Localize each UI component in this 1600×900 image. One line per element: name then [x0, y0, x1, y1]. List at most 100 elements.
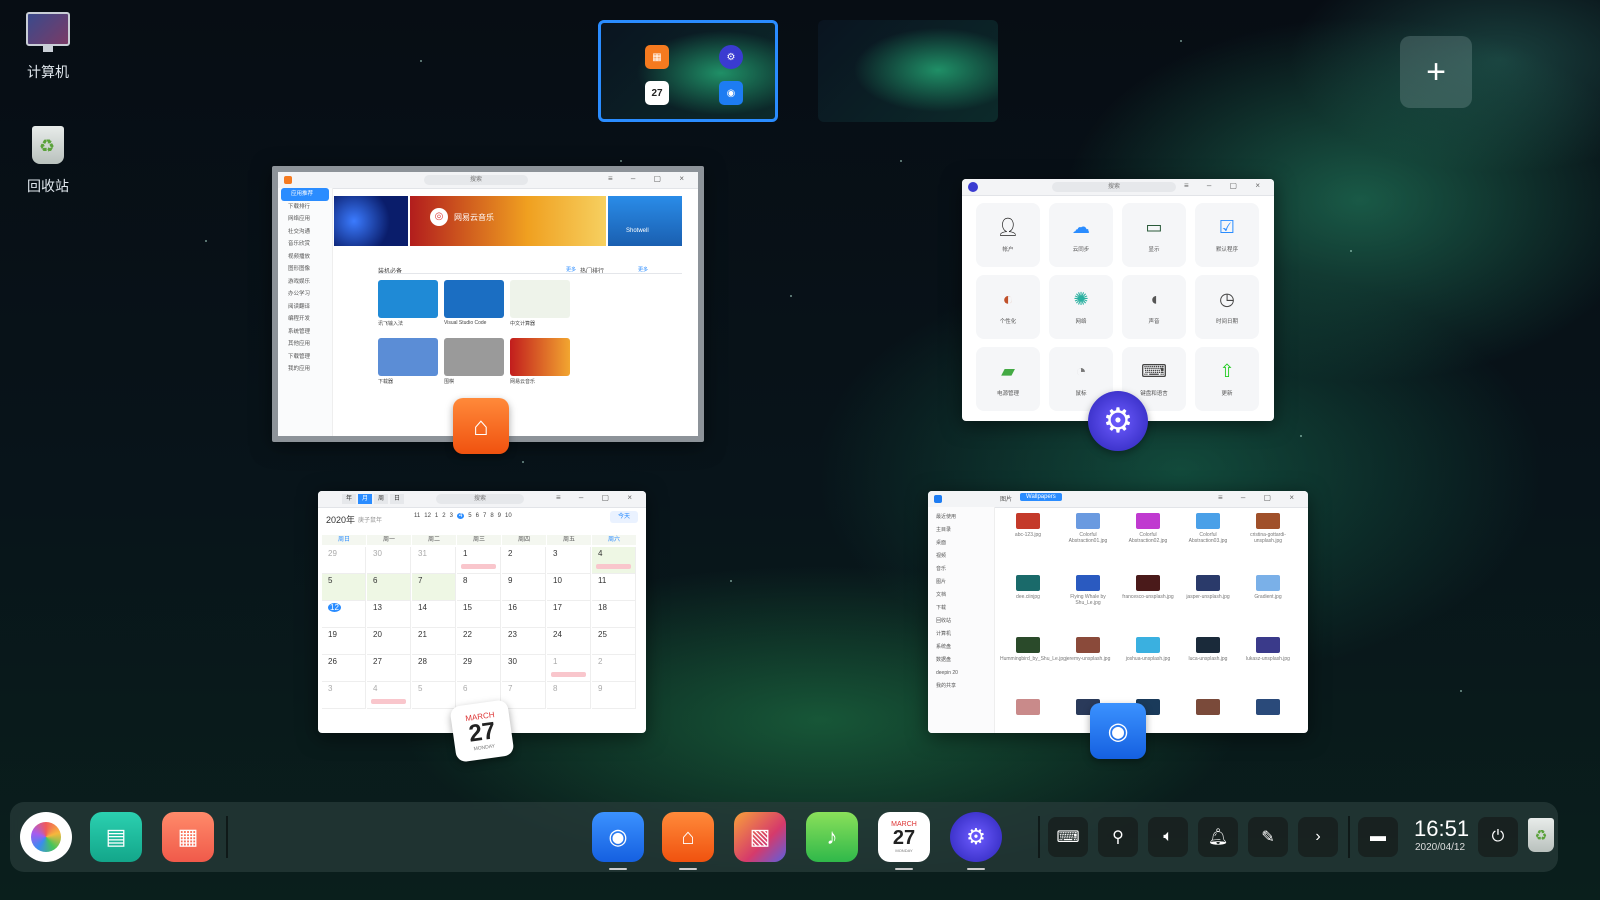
calendar-day-cell[interactable]: 2 [592, 655, 636, 682]
sidebar-item[interactable]: 阅读翻译 [278, 301, 332, 314]
calendar-day-cell[interactable]: 10 [547, 574, 591, 601]
workspace-2[interactable] [818, 20, 998, 122]
calendar-day-cell[interactable]: 22 [457, 628, 501, 655]
breadcrumb-current[interactable]: Wallpapers [1020, 493, 1062, 501]
calendar-day-cell[interactable]: 5 [322, 574, 366, 601]
calendar-day-cell[interactable]: 4 [367, 682, 411, 709]
week-number[interactable]: 1 [435, 513, 438, 519]
week-number[interactable]: 7 [483, 513, 486, 519]
window-controls[interactable]: ≡ – ▢ × [556, 493, 640, 502]
banner-main[interactable]: ◎ 网易云音乐 [410, 196, 606, 246]
calendar-day-cell[interactable]: 3 [547, 547, 591, 574]
clock-date[interactable]: 2020/04/12 [1415, 842, 1465, 853]
calendar-day-cell[interactable]: 18 [592, 601, 636, 628]
calendar-search[interactable]: 搜索 [436, 494, 524, 504]
today-button[interactable]: 今天 [609, 511, 638, 523]
calendar-icon[interactable]: MARCH 27 MONDAY [878, 812, 930, 862]
file-item[interactable] [1000, 699, 1056, 718]
file-sidebar-item[interactable]: 最近使用 [928, 511, 994, 524]
file-item[interactable]: Gradient.jpg [1240, 575, 1296, 600]
sidebar-item[interactable]: 编程开发 [278, 313, 332, 326]
calendar-day-cell[interactable]: 14 [412, 601, 456, 628]
launcher-icon[interactable] [20, 812, 72, 862]
calendar-day-cell[interactable]: 29 [457, 655, 501, 682]
calendar-day-cell[interactable]: 6 [367, 574, 411, 601]
calendar-day-cell[interactable]: 11 [592, 574, 636, 601]
file-item[interactable] [1180, 699, 1236, 718]
file-sidebar-item[interactable]: 图片 [928, 576, 994, 589]
view-month-button[interactable]: 月 [358, 494, 373, 504]
file-item[interactable]: joshua-unsplash.jpg [1120, 637, 1176, 662]
file-sidebar-item[interactable]: 视频 [928, 550, 994, 563]
control-center-module[interactable]: 👤︎ 帐户 [976, 203, 1040, 267]
sidebar-item[interactable]: 图形图像 [278, 263, 332, 276]
week-number[interactable]: 8 [490, 513, 493, 519]
calendar-day-cell[interactable]: 16 [502, 601, 546, 628]
desktop-icon[interactable]: ▦ [162, 812, 214, 862]
calendar-day-cell[interactable]: 3 [322, 682, 366, 709]
calendar-day-cell[interactable]: 23 [502, 628, 546, 655]
banner-right[interactable]: Shotwell [608, 196, 682, 246]
file-item[interactable]: Colorful Abstraction01.jpg [1060, 513, 1116, 544]
control-center-module[interactable]: ⇧ 更新 [1195, 347, 1259, 411]
view-day-button[interactable]: 日 [390, 494, 405, 504]
week-number[interactable]: 2 [442, 513, 445, 519]
week-number[interactable]: 9 [498, 513, 501, 519]
keyboard-icon[interactable]: ⌨ [1048, 817, 1088, 857]
file-sidebar-item[interactable]: 回收站 [928, 615, 994, 628]
calendar-event[interactable] [596, 564, 631, 569]
sidebar-item[interactable]: 下载排行 [278, 201, 332, 214]
control-center-module[interactable]: ◖ 声音 [1122, 275, 1186, 339]
file-item[interactable]: luca-unsplash.jpg [1180, 637, 1236, 662]
window-controls[interactable]: ≡ – ▢ × [608, 174, 692, 183]
calendar-day-cell[interactable]: 30 [502, 655, 546, 682]
calendar-day-cell[interactable]: 12 [322, 601, 366, 628]
control-center-module[interactable]: ☑ 默认程序 [1195, 203, 1259, 267]
week-number[interactable]: 6 [476, 513, 479, 519]
calendar-event[interactable] [461, 564, 496, 569]
file-sidebar-item[interactable]: deepin 20 [928, 667, 994, 680]
trash-icon[interactable]: ♻ [1528, 818, 1554, 852]
volume-icon[interactable]: 🔈︎ [1148, 817, 1188, 857]
notification-icon[interactable]: 🔔︎ [1198, 817, 1238, 857]
section-more-link-2[interactable]: 更多 [638, 266, 648, 273]
file-item[interactable]: Colorful Abstraction02.jpg [1120, 513, 1176, 544]
pen-icon[interactable]: ✎ [1248, 817, 1288, 857]
calendar-day-cell[interactable]: 29 [322, 547, 366, 574]
week-number[interactable]: 10 [505, 513, 512, 519]
file-sidebar-item[interactable]: 数据盘 [928, 654, 994, 667]
calendar-day-cell[interactable]: 15 [457, 601, 501, 628]
calendar-event[interactable] [371, 699, 406, 704]
app-store-search[interactable]: 搜索 [424, 175, 528, 185]
sidebar-item[interactable]: 下载管理 [278, 351, 332, 364]
file-item[interactable]: Flying Whale by Shu_Le.jpg [1060, 575, 1116, 606]
calendar-day-cell[interactable]: 9 [502, 574, 546, 601]
file-item[interactable]: abc-123.jpg [1000, 513, 1056, 538]
calendar-day-cell[interactable]: 24 [547, 628, 591, 655]
calendar-day-cell[interactable]: 5 [412, 682, 456, 709]
desktop-computer[interactable]: 计算机 [18, 12, 78, 82]
calendar-day-cell[interactable]: 4 [592, 547, 636, 574]
sidebar-item[interactable]: 我的应用 [278, 363, 332, 376]
folder-icon[interactable]: ◉ [592, 812, 644, 862]
sidebar-item[interactable]: 网络应用 [278, 213, 332, 226]
week-number[interactable]: 4 [456, 513, 465, 519]
multitask-icon[interactable]: ▤ [90, 812, 142, 862]
photo-icon[interactable]: ▧ [734, 812, 786, 862]
onboard-keyboard-icon[interactable]: ▬ [1358, 817, 1398, 857]
file-sidebar-item[interactable]: 系统盘 [928, 641, 994, 654]
app-tile[interactable] [510, 338, 570, 376]
file-item[interactable]: jeremy-unsplash.jpg [1060, 637, 1116, 662]
view-year-button[interactable]: 年 [342, 494, 357, 504]
window-controls[interactable]: ≡ – ▢ × [1218, 493, 1302, 502]
calendar-day-cell[interactable]: 9 [592, 682, 636, 709]
control-center-search[interactable]: 搜索 [1052, 182, 1176, 192]
section-more-link[interactable]: 更多 [566, 266, 576, 273]
file-item[interactable]: jasper-unsplash.jpg [1180, 575, 1236, 600]
file-sidebar-item[interactable]: 下载 [928, 602, 994, 615]
sidebar-item[interactable]: 应用推荐 [281, 188, 329, 201]
app-tile[interactable] [444, 338, 504, 376]
sidebar-item[interactable]: 办公学习 [278, 288, 332, 301]
week-number[interactable]: 11 [414, 513, 420, 519]
clock-time[interactable]: 16:51 [1414, 816, 1469, 842]
